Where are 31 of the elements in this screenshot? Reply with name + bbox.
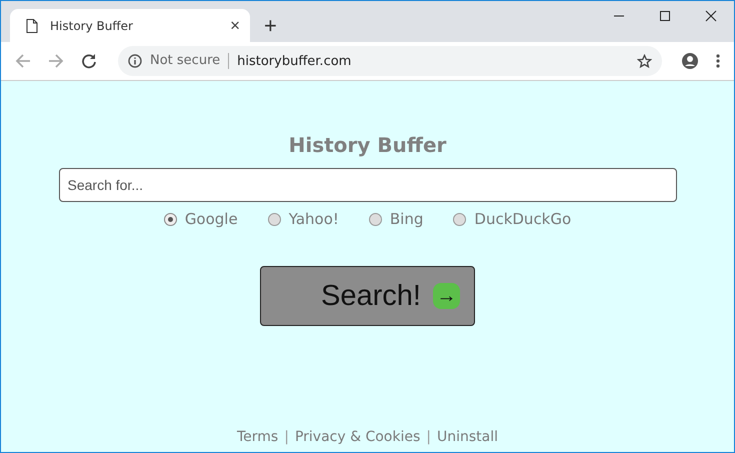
close-icon[interactable] [705,10,717,22]
footer-link[interactable]: Terms [236,429,278,445]
radio-button[interactable] [164,212,177,226]
search-field[interactable]: Search for... [58,168,676,202]
info-icon [128,54,142,68]
engine-label: DuckDuckGo [474,210,572,228]
security-label: Not secure [150,53,230,69]
radio-button[interactable] [368,212,382,226]
radio-button[interactable] [453,212,466,226]
engine-label: Bing [390,210,424,228]
address-bar[interactable]: Not secure historybuffer.com [118,46,662,76]
reload-icon[interactable] [81,53,97,69]
tab-title: History Buffer [50,18,134,32]
page-title: History Buffer [288,133,446,157]
separator: | [426,429,431,445]
engine-label: Google [184,210,238,228]
url-text: historybuffer.com [237,54,352,68]
footer-link[interactable]: Uninstall [436,429,498,445]
menu-icon[interactable] [716,54,720,68]
account-icon[interactable] [681,52,699,70]
star-icon[interactable] [637,54,652,68]
maximize-icon[interactable] [659,10,671,22]
search-button[interactable]: Search! → [260,266,475,326]
footer-link[interactable]: Privacy & Cookies [294,429,420,445]
separator: | [284,429,289,445]
new-tab-button[interactable]: + [264,15,277,37]
browser-tab[interactable]: History Buffer × [10,9,250,42]
close-tab-button[interactable]: × [230,17,240,34]
engine-label: Yahoo! [288,210,339,228]
document-icon [26,18,38,32]
radio-button[interactable] [268,212,281,226]
